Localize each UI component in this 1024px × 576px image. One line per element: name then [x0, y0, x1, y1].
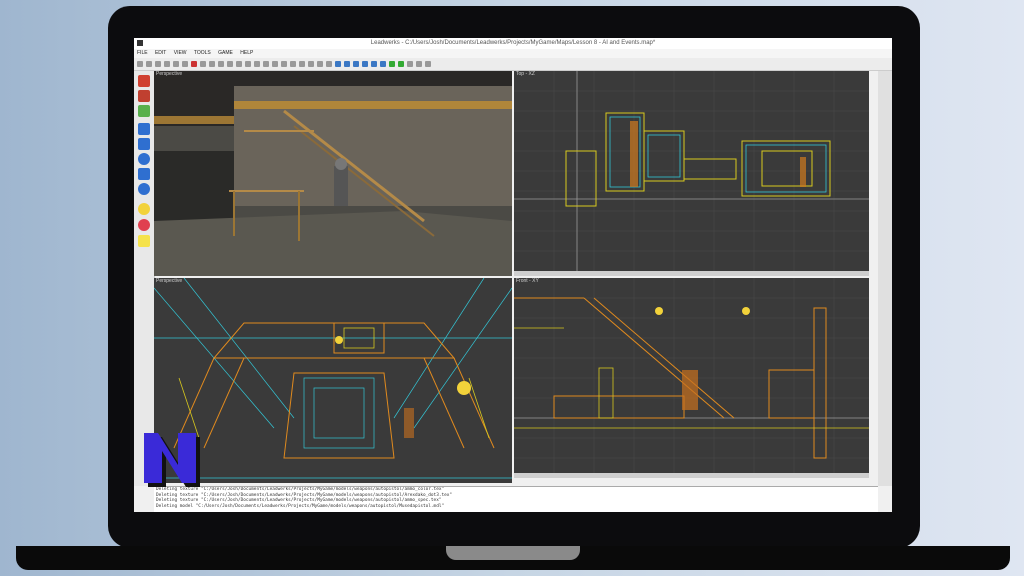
- output-console: Deleting texture "C:/Users/Josh/Document…: [154, 486, 878, 512]
- zoom-in-icon[interactable]: [290, 61, 296, 67]
- menu-edit[interactable]: EDIT: [152, 49, 169, 58]
- face-icon[interactable]: [281, 61, 287, 67]
- viewport-label: Perspective: [156, 278, 183, 284]
- menu-game[interactable]: GAME: [215, 49, 236, 58]
- object-tool-panel: [134, 71, 155, 486]
- front-wireframe: [514, 278, 869, 473]
- cylinder-icon[interactable]: [138, 153, 150, 165]
- box-icon[interactable]: [138, 123, 150, 135]
- viewport-perspective-rendered[interactable]: Perspective: [154, 71, 512, 276]
- copy-icon[interactable]: [173, 61, 179, 67]
- title-bar: Leadwerks - C:/Users/Josh/Documents/Lead…: [134, 38, 892, 49]
- layout-icon[interactable]: [326, 61, 332, 67]
- n-logo-icon: [144, 433, 200, 487]
- editor-window: Leadwerks - C:/Users/Josh/Documents/Lead…: [134, 38, 892, 512]
- menu-tools[interactable]: TOOLS: [191, 49, 214, 58]
- brush-icon[interactable]: [138, 90, 150, 102]
- scale-icon[interactable]: [236, 61, 242, 67]
- note-icon[interactable]: [138, 235, 150, 247]
- viewport-top-xz[interactable]: Top - XZ: [514, 71, 869, 271]
- menu-bar: FILE EDIT VIEW TOOLS GAME HELP: [134, 49, 892, 58]
- viewport-perspective-wireframe[interactable]: Perspective: [154, 278, 512, 483]
- laptop-notch: [446, 546, 580, 560]
- cut-icon[interactable]: [164, 61, 170, 67]
- cube-icon[interactable]: [344, 61, 350, 67]
- rendered-scene: [154, 71, 512, 276]
- help-icon[interactable]: [425, 61, 431, 67]
- menu-view[interactable]: VIEW: [171, 49, 190, 58]
- light-bulb-icon[interactable]: [138, 203, 150, 215]
- sphere-icon[interactable]: [138, 183, 150, 195]
- right-panel-strip[interactable]: [878, 71, 892, 486]
- cylinder-icon[interactable]: [353, 61, 359, 67]
- play-icon[interactable]: [389, 61, 395, 67]
- menu-help[interactable]: HELP: [237, 49, 256, 58]
- rotate-icon[interactable]: [227, 61, 233, 67]
- align-icon[interactable]: [245, 61, 251, 67]
- sphere-icon[interactable]: [335, 61, 341, 67]
- top-wireframe: [514, 71, 869, 271]
- wedge-icon[interactable]: [371, 61, 377, 67]
- window-title: Leadwerks - C:/Users/Josh/Documents/Lead…: [370, 40, 656, 46]
- grid-icon[interactable]: [308, 61, 314, 67]
- cone-icon[interactable]: [362, 61, 368, 67]
- viewport-label: Top - XZ: [516, 71, 535, 77]
- terrain-icon[interactable]: [138, 105, 150, 117]
- wedge-icon[interactable]: [138, 138, 150, 150]
- particle-icon[interactable]: [138, 219, 150, 231]
- paste-icon[interactable]: [182, 61, 188, 67]
- redo-icon[interactable]: [209, 61, 215, 67]
- cone-icon[interactable]: [138, 168, 150, 180]
- run-icon[interactable]: [398, 61, 404, 67]
- menu-file[interactable]: FILE: [134, 49, 151, 58]
- red-box-icon[interactable]: [138, 75, 150, 87]
- vertex-icon[interactable]: [263, 61, 269, 67]
- viewport-label: Perspective: [156, 71, 183, 77]
- snap-icon[interactable]: [317, 61, 323, 67]
- zoom-out-icon[interactable]: [299, 61, 305, 67]
- select-icon[interactable]: [254, 61, 260, 67]
- camera-icon[interactable]: [407, 61, 413, 67]
- app-icon: [137, 40, 143, 46]
- viewport-label: Front - XY: [516, 278, 539, 284]
- toolbar: [134, 58, 892, 71]
- save-icon[interactable]: [155, 61, 161, 67]
- viewport-front-xy[interactable]: Front - XY: [514, 278, 869, 473]
- perspective-wireframe: [154, 278, 512, 479]
- open-icon[interactable]: [146, 61, 152, 67]
- delete-icon[interactable]: [191, 61, 197, 67]
- front-view-scrollbar[interactable]: [514, 473, 869, 478]
- light-icon[interactable]: [380, 61, 386, 67]
- move-icon[interactable]: [218, 61, 224, 67]
- new-icon[interactable]: [137, 61, 143, 67]
- settings-icon[interactable]: [416, 61, 422, 67]
- undo-icon[interactable]: [200, 61, 206, 67]
- top-view-scrollbar[interactable]: [514, 271, 869, 276]
- edge-icon[interactable]: [272, 61, 278, 67]
- console-line: Deleting model "C:/Users/Josh/Documents/…: [156, 503, 445, 509]
